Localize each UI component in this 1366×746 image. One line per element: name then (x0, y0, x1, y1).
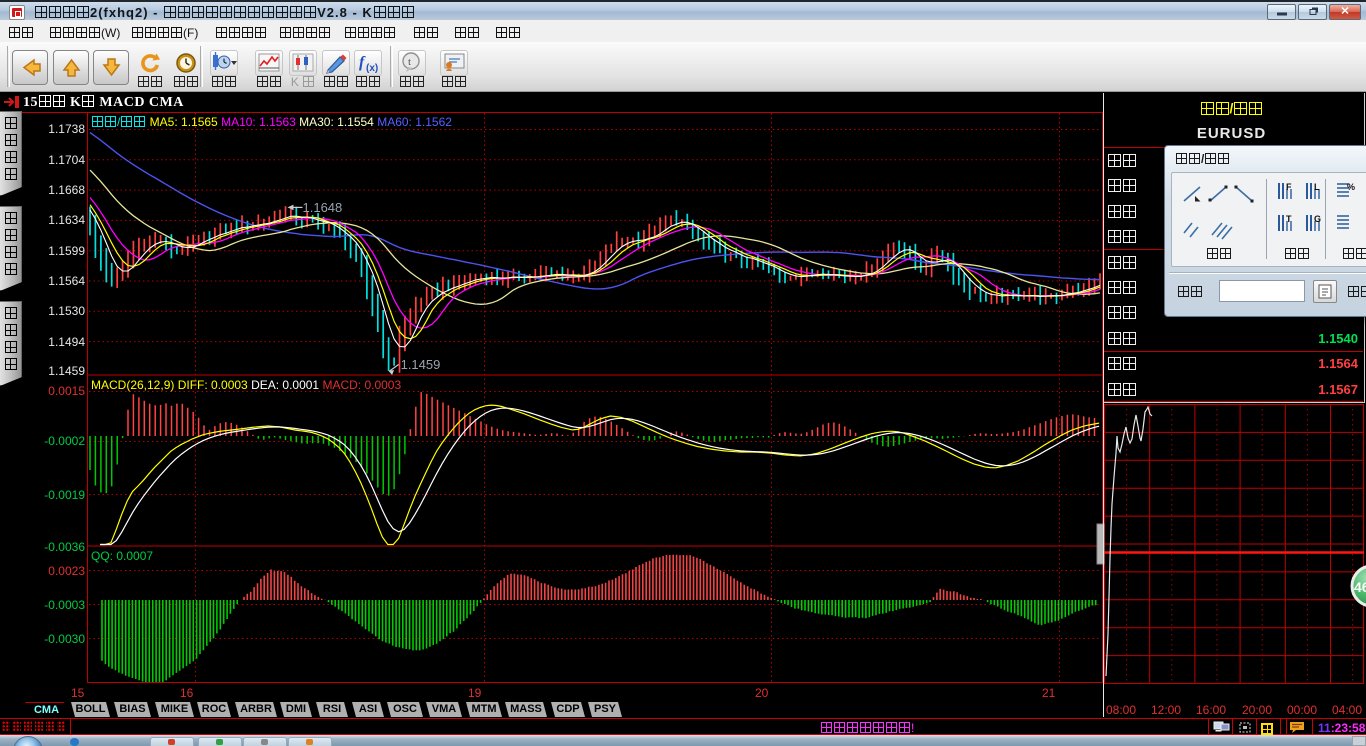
svg-text:%: % (1347, 182, 1355, 192)
svg-text:1.1459: 1.1459 (401, 357, 441, 372)
svg-text:T: T (1286, 214, 1292, 224)
svg-text:L: L (1314, 182, 1320, 192)
svg-text:G: G (1314, 214, 1321, 224)
svg-text:F: F (1286, 182, 1292, 192)
svg-text:1.1648: 1.1648 (303, 200, 343, 215)
